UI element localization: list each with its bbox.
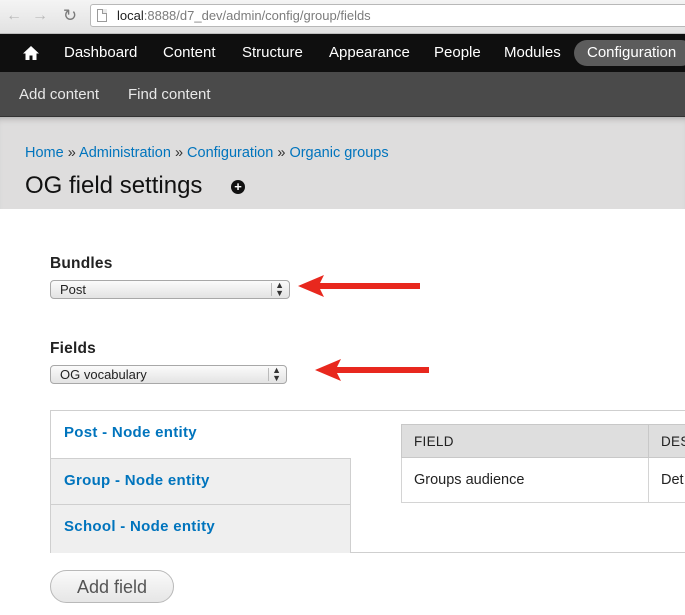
tab-label: Post - Node entity — [64, 424, 197, 441]
page-title: OG field settings — [25, 172, 203, 199]
breadcrumb-separator: » — [67, 145, 76, 161]
breadcrumb-organic-groups[interactable]: Organic groups — [289, 145, 388, 161]
bundles-select[interactable]: Post ▲ ▼ — [50, 280, 290, 299]
shortcut-bar: Add content Find content — [0, 72, 685, 117]
column-header-description: DES — [648, 424, 685, 458]
fields-table: FIELD DES Groups audience Det — [401, 424, 685, 503]
select-divider — [268, 368, 269, 381]
bundles-select-value: Post — [60, 282, 87, 297]
toolbar-configuration-link[interactable]: Configuration — [574, 40, 685, 66]
column-header-field: FIELD — [401, 424, 649, 458]
select-updown-icon: ▲ ▼ — [275, 280, 284, 298]
field-name-cell: Groups audience — [401, 457, 649, 503]
address-bar[interactable]: local:8888/d7_dev/admin/config/group/fie… — [90, 4, 685, 27]
forward-arrow-icon[interactable]: → — [30, 6, 50, 26]
add-field-button[interactable]: Add field — [50, 570, 174, 603]
tab-group-node-entity[interactable]: Group - Node entity — [51, 458, 351, 505]
shortcut-add-content[interactable]: Add content — [19, 86, 99, 103]
breadcrumb: Home » Administration » Configuration » … — [25, 145, 389, 161]
field-description-cell: Det — [648, 457, 685, 503]
shortcut-find-content[interactable]: Find content — [128, 86, 211, 103]
breadcrumb-separator: » — [277, 145, 286, 161]
breadcrumb-separator: » — [174, 145, 184, 161]
page-icon — [97, 9, 107, 22]
back-arrow-icon[interactable]: ← — [4, 6, 24, 26]
toolbar-content-link[interactable]: Content — [163, 44, 216, 61]
breadcrumb-administration[interactable]: Administration — [79, 145, 171, 161]
home-icon[interactable] — [22, 44, 40, 62]
table-row: Groups audience Det — [401, 457, 685, 503]
reload-icon[interactable]: ↻ — [60, 6, 80, 26]
breadcrumb-home[interactable]: Home — [25, 145, 64, 161]
admin-toolbar: Dashboard Content Structure Appearance P… — [0, 34, 685, 72]
add-shortcut-plus-icon[interactable]: + — [231, 180, 245, 194]
toolbar-modules-link[interactable]: Modules — [504, 44, 561, 61]
tab-label: Group - Node entity — [64, 472, 210, 489]
fields-label: Fields — [50, 340, 96, 357]
toolbar-dashboard-link[interactable]: Dashboard — [64, 44, 137, 61]
table-header-row: FIELD DES — [401, 424, 685, 458]
toolbar-people-link[interactable]: People — [434, 44, 481, 61]
page-header: Home » Administration » Configuration » … — [0, 117, 685, 209]
tab-post-node-entity[interactable]: Post - Node entity — [51, 411, 351, 459]
tab-label: School - Node entity — [64, 518, 216, 535]
tab-school-node-entity[interactable]: School - Node entity — [51, 505, 351, 553]
toolbar-structure-link[interactable]: Structure — [242, 44, 303, 61]
annotation-arrow-fields — [315, 359, 429, 381]
select-updown-icon: ▲ ▼ — [272, 365, 281, 383]
breadcrumb-configuration[interactable]: Configuration — [187, 145, 273, 161]
bundles-label: Bundles — [50, 255, 113, 272]
select-divider — [271, 283, 272, 296]
annotation-arrow-bundles — [298, 275, 420, 297]
browser-toolbar: ← → ↻ local:8888/d7_dev/admin/config/gro… — [0, 0, 685, 34]
url-text: local:8888/d7_dev/admin/config/group/fie… — [117, 8, 371, 23]
toolbar-configuration-label: Configuration — [587, 44, 677, 61]
fields-select[interactable]: OG vocabulary ▲ ▼ — [50, 365, 287, 384]
fields-select-value: OG vocabulary — [60, 367, 147, 382]
toolbar-appearance-link[interactable]: Appearance — [329, 44, 410, 61]
